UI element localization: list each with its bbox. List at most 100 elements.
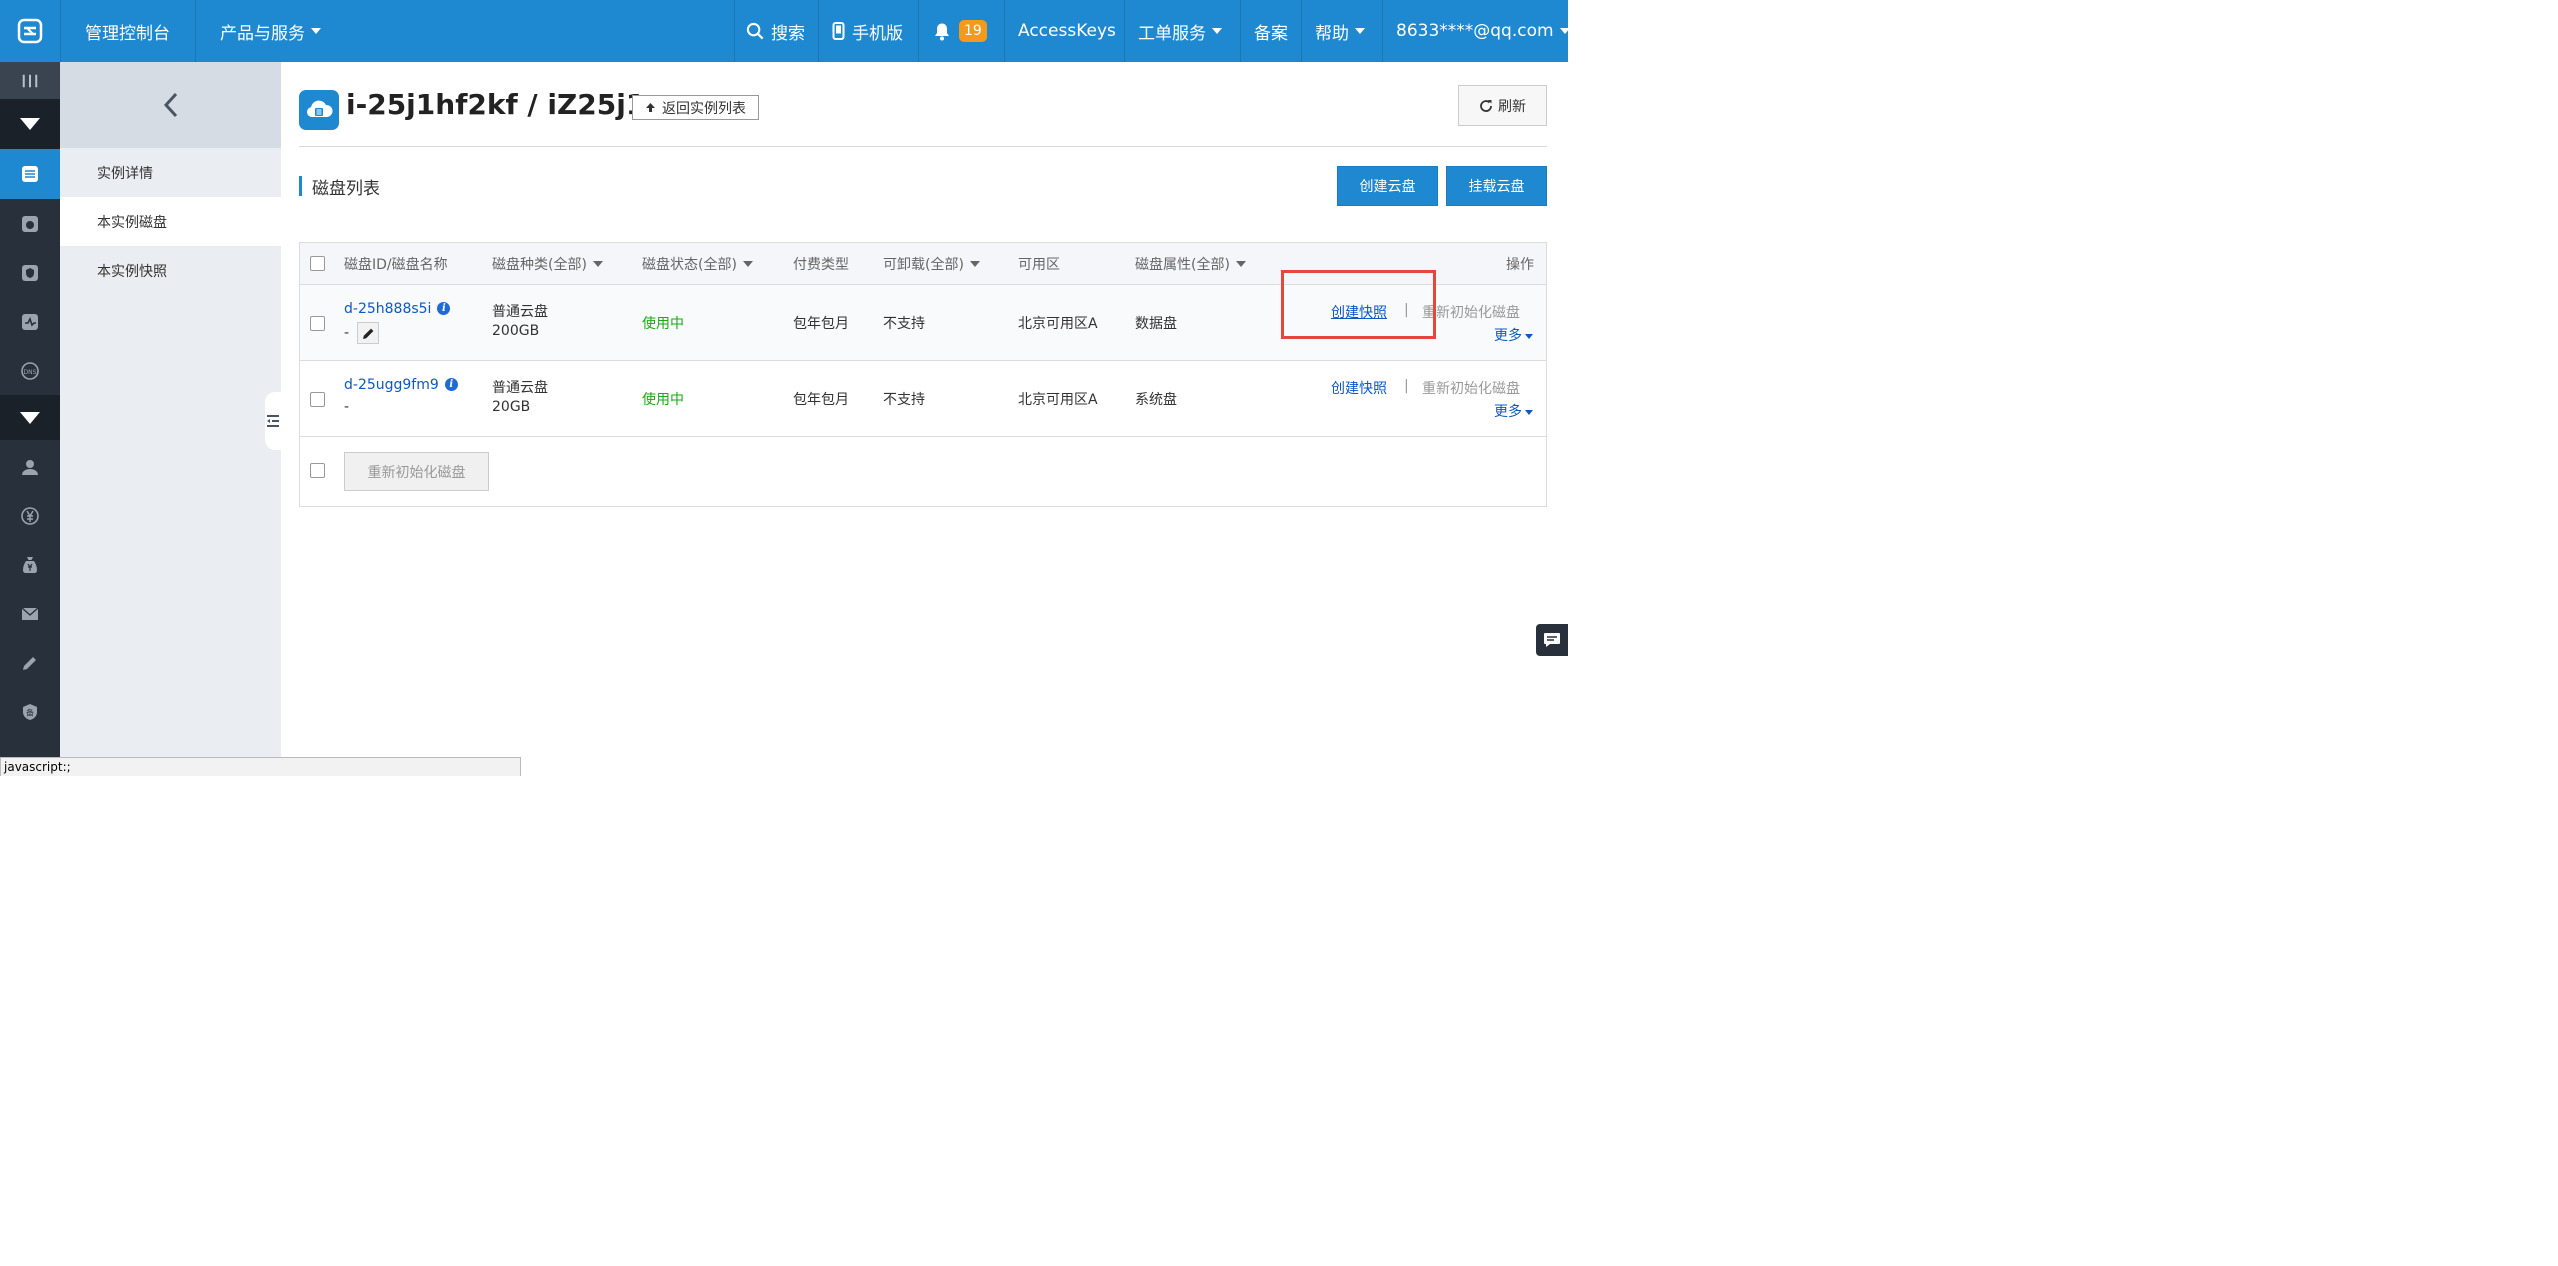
create-snapshot-link[interactable]: 创建快照 — [1331, 378, 1387, 398]
left-icon-nav: DNS 备 — [0, 62, 60, 776]
back-to-instance-list-button[interactable]: 返回实例列表 — [632, 95, 759, 120]
detachable: 不支持 — [883, 392, 925, 408]
chevron-down-icon — [1235, 261, 1246, 267]
back-button-label: 返回实例列表 — [662, 100, 746, 117]
detachable: 不支持 — [883, 316, 925, 332]
toggle-subnav-handle[interactable] — [265, 392, 281, 450]
ecs-instance-icon — [299, 90, 339, 130]
disk-id-link[interactable]: d-25ugg9fm9 — [344, 377, 439, 393]
nav-cloud-disk-icon[interactable] — [0, 199, 60, 248]
nav-edit-icon[interactable] — [0, 638, 60, 687]
chevron-down-icon — [969, 261, 980, 267]
ticket-service-menu[interactable]: 工单服务 — [1138, 0, 1222, 62]
column-detachable-filter[interactable]: 可卸载(全部) — [883, 243, 980, 285]
more-actions-menu[interactable]: 更多 — [1494, 325, 1533, 345]
more-actions-menu[interactable]: 更多 — [1494, 401, 1533, 421]
info-icon[interactable]: i — [444, 378, 458, 391]
column-actions: 操作 — [1506, 257, 1534, 273]
reinit-disk-link[interactable]: 重新初始化磁盘 — [1422, 378, 1520, 398]
nav-security-icon[interactable] — [0, 248, 60, 297]
bell-icon — [935, 23, 949, 40]
search-icon — [746, 22, 764, 39]
batch-select-checkbox[interactable] — [310, 463, 325, 478]
nav-expand-icon[interactable] — [0, 99, 60, 149]
browser-status-bar: javascript:; — [0, 757, 521, 776]
create-disk-button[interactable]: 创建云盘 — [1337, 166, 1438, 206]
nav-user-icon[interactable] — [0, 442, 60, 491]
disk-list-title: 磁盘列表 — [299, 176, 380, 199]
refresh-button[interactable]: 刷新 — [1458, 85, 1547, 126]
page-title: i-25j1hf2kf / iZ25j1... — [346, 88, 678, 121]
column-disk-attribute-filter[interactable]: 磁盘属性(全部) — [1135, 243, 1246, 285]
column-label: 磁盘属性(全部) — [1135, 257, 1230, 273]
disk-status: 使用中 — [642, 316, 684, 332]
reinit-disk-link[interactable]: 重新初始化磁盘 — [1422, 302, 1520, 322]
nav-mail-icon[interactable] — [0, 589, 60, 638]
chevron-down-icon — [1212, 28, 1222, 34]
nav-ecs-icon[interactable] — [0, 149, 60, 199]
search-label: 搜索 — [771, 23, 805, 44]
notification-count-badge: 19 — [959, 20, 987, 42]
column-disk-status-filter[interactable]: 磁盘状态(全部) — [642, 243, 753, 285]
disk-name: - — [344, 325, 350, 341]
nav-monitor-icon[interactable] — [0, 297, 60, 346]
more-label: 更多 — [1494, 328, 1522, 344]
account-label: 8633****@qq.com — [1396, 21, 1554, 41]
highlight-annotation-box — [1281, 270, 1436, 339]
more-label: 更多 — [1494, 404, 1522, 420]
disk-attribute: 系统盘 — [1135, 392, 1177, 408]
nav-billing-icon[interactable] — [0, 491, 60, 540]
subnav-item-instance-details[interactable]: 实例详情 — [60, 148, 281, 197]
disk-id-link[interactable]: d-25h888s5i — [344, 301, 431, 317]
pencil-icon — [362, 328, 373, 339]
nav-toggle-icon[interactable] — [0, 62, 60, 99]
nav-money-bag-icon[interactable] — [0, 540, 60, 589]
mobile-phone-icon — [832, 22, 845, 40]
console-home-link[interactable]: 管理控制台 — [85, 0, 170, 62]
info-icon[interactable]: i — [437, 302, 451, 315]
row-checkbox[interactable] — [310, 316, 325, 331]
nav-dns-icon[interactable]: DNS — [0, 346, 60, 395]
edit-name-button[interactable] — [357, 322, 380, 344]
column-label: 磁盘状态(全部) — [642, 257, 737, 273]
accesskeys-link[interactable]: AccessKeys — [1018, 0, 1116, 62]
table-row: d-25ugg9fm9 i - 普通云盘 20GB 使用中 包年包月 不支持 北京… — [300, 361, 1546, 437]
disk-size: 20GB — [492, 399, 531, 415]
nav-expand-icon[interactable] — [0, 395, 60, 440]
aliyun-logo-icon[interactable] — [0, 0, 60, 62]
help-label: 帮助 — [1315, 23, 1349, 44]
subnav-item-instance-snapshots[interactable]: 本实例快照 — [60, 246, 281, 295]
row-checkbox[interactable] — [310, 392, 325, 407]
chevron-down-icon — [1559, 28, 1570, 34]
beian-link[interactable]: 备案 — [1254, 0, 1288, 62]
products-menu[interactable]: 产品与服务 — [220, 0, 321, 62]
batch-reinit-disk-button[interactable]: 重新初始化磁盘 — [344, 452, 489, 491]
feedback-chat-icon[interactable] — [1536, 624, 1568, 656]
divider — [299, 146, 1547, 147]
attach-disk-button[interactable]: 挂载云盘 — [1446, 166, 1547, 206]
billing-type: 包年包月 — [793, 316, 849, 332]
collapse-subnav-button[interactable] — [60, 62, 281, 148]
mobile-version-link[interactable]: 手机版 — [832, 0, 903, 62]
ticket-service-label: 工单服务 — [1138, 23, 1206, 44]
page-scrollbar[interactable] — [1561, 62, 1568, 776]
subnav-item-label: 本实例快照 — [97, 263, 167, 280]
nav-beian-icon[interactable]: 备 — [0, 687, 60, 736]
notifications-button[interactable]: 19 — [933, 0, 987, 62]
column-billing: 付费类型 — [793, 257, 849, 273]
search-button[interactable]: 搜索 — [746, 0, 805, 62]
svg-text:备: 备 — [26, 707, 34, 717]
column-disk-id: 磁盘ID/磁盘名称 — [344, 257, 448, 273]
help-menu[interactable]: 帮助 — [1315, 0, 1365, 62]
select-all-checkbox[interactable] — [310, 256, 325, 271]
zone: 北京可用区A — [1018, 392, 1098, 408]
subnav-item-label: 本实例磁盘 — [97, 214, 167, 231]
subnav-item-instance-disks[interactable]: 本实例磁盘 — [60, 197, 281, 246]
chevron-left-icon — [163, 92, 177, 118]
disk-type: 普通云盘 — [492, 380, 548, 396]
column-disk-type-filter[interactable]: 磁盘种类(全部) — [492, 243, 603, 285]
subnav-item-label: 实例详情 — [97, 165, 153, 182]
account-menu[interactable]: 8633****@qq.com — [1396, 0, 1570, 62]
products-menu-label: 产品与服务 — [220, 23, 305, 44]
chevron-down-icon — [1525, 409, 1533, 415]
